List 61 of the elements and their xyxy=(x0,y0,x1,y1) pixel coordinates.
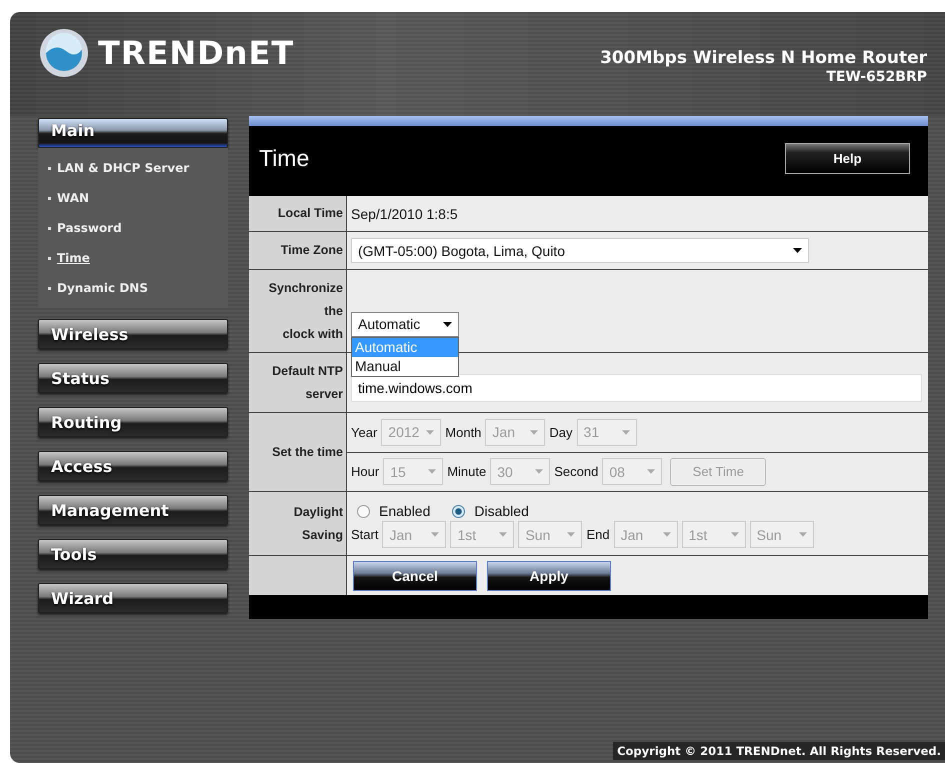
caret-icon xyxy=(530,430,538,435)
caret-icon xyxy=(428,469,436,474)
model-number: TEW-652BRP xyxy=(825,69,927,85)
caret-icon xyxy=(647,469,656,474)
field-label: Hour xyxy=(351,464,380,480)
logo-icon xyxy=(38,27,90,79)
page-title: Time xyxy=(259,145,310,172)
action-button[interactable]: Cancel xyxy=(353,560,477,590)
caret-icon xyxy=(622,430,630,435)
submenu-link[interactable]: Dynamic DNS xyxy=(57,281,148,295)
menu-button[interactable]: Routing xyxy=(38,407,228,437)
time-zone-select[interactable]: (GMT-05:00) Bogota, Lima, Quito xyxy=(351,238,809,263)
bullet-icon xyxy=(48,196,51,200)
caret-icon xyxy=(426,430,434,435)
sync-select[interactable]: Automatic xyxy=(351,312,459,336)
field-label: Minute xyxy=(447,464,486,480)
menu-button[interactable]: Access xyxy=(38,451,228,481)
field-label: Default NTP server xyxy=(271,362,343,402)
field-label: Daylight Saving xyxy=(292,504,343,544)
caret-icon xyxy=(730,532,739,537)
caret-icon xyxy=(443,322,452,326)
submenu-link[interactable]: Time xyxy=(57,251,90,265)
field-label: Time Zone xyxy=(280,242,343,259)
brand-logo: TRENDnET xyxy=(98,34,294,72)
menu-button[interactable]: Wizard xyxy=(38,583,228,613)
copyright-text: Copyright © 2011 TRENDnet. All Rights Reserved. xyxy=(613,742,945,760)
action-button[interactable]: Apply xyxy=(487,560,611,590)
caret-icon xyxy=(662,532,671,537)
field-label: Second xyxy=(554,464,598,480)
bullet-icon xyxy=(48,256,51,260)
radio-label: Disabled xyxy=(474,503,529,519)
field-label: Day xyxy=(549,424,573,440)
submenu-link[interactable]: WAN xyxy=(57,191,90,205)
radio-label: Enabled xyxy=(379,503,430,519)
field-label: Month xyxy=(445,424,482,440)
caret-icon xyxy=(535,469,544,474)
field-label: Start xyxy=(351,527,378,542)
local-time-value: Sep/1/2010 1:8:5 xyxy=(351,206,459,222)
field-label: Synchronize the clock with xyxy=(268,280,343,342)
product-name: 300Mbps Wireless N Home Router xyxy=(600,48,927,68)
caret-icon xyxy=(431,532,440,537)
menu-button[interactable]: Management xyxy=(38,495,228,525)
help-button[interactable]: Help xyxy=(785,143,910,174)
field-label: Year xyxy=(351,424,378,440)
caret-icon xyxy=(499,532,508,537)
ntp-server-field[interactable]: time.windows.com xyxy=(351,374,922,402)
dropdown-option[interactable]: Manual xyxy=(352,356,458,376)
menu-button[interactable]: Tools xyxy=(38,539,228,569)
submenu-link[interactable]: Password xyxy=(57,221,122,235)
field-label: End xyxy=(586,527,610,542)
bullet-icon xyxy=(48,166,51,170)
field-label: Local Time xyxy=(278,205,343,222)
menu-button[interactable]: Wireless xyxy=(38,319,228,349)
submenu-link[interactable]: LAN & DHCP Server xyxy=(57,161,190,175)
menu-button[interactable]: Status xyxy=(38,363,228,393)
caret-icon xyxy=(798,532,807,537)
caret-icon xyxy=(567,532,576,537)
bullet-icon xyxy=(48,286,51,290)
bullet-icon xyxy=(48,226,51,230)
caret-icon xyxy=(793,248,802,253)
field-label: Set the time xyxy=(272,444,343,460)
